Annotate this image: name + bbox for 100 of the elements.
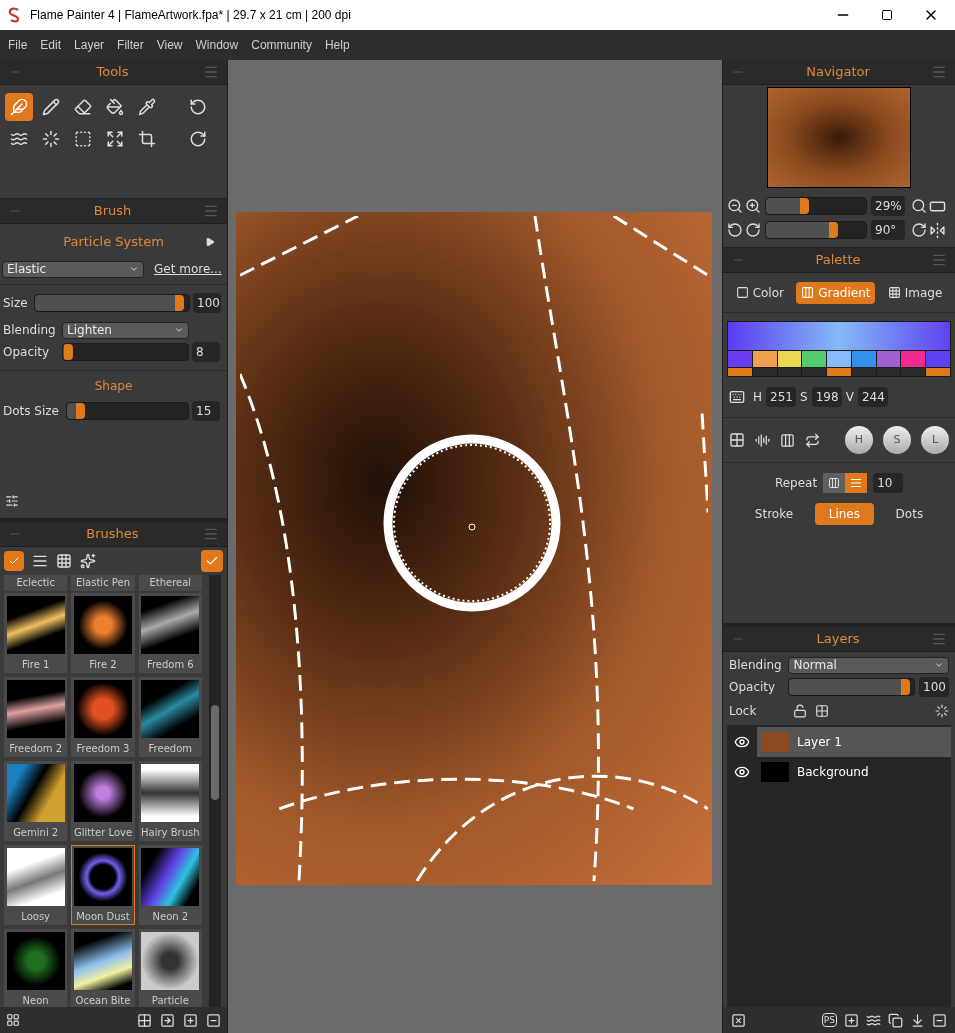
style-tab[interactable]: Dots bbox=[881, 503, 938, 525]
menu-item[interactable]: Layer bbox=[68, 36, 111, 54]
filter-button[interactable] bbox=[4, 551, 24, 571]
color-swatch[interactable] bbox=[728, 351, 752, 367]
zoom-in-icon[interactable] bbox=[745, 198, 761, 214]
play-icon[interactable] bbox=[205, 237, 215, 247]
scrollbar[interactable] bbox=[209, 575, 221, 1007]
rotate-left-icon[interactable] bbox=[727, 222, 743, 238]
slider-fill[interactable] bbox=[63, 344, 73, 360]
eye-icon[interactable] bbox=[734, 734, 750, 750]
brush-tile[interactable]: Loosy bbox=[4, 845, 68, 925]
knob[interactable]: H bbox=[845, 426, 873, 454]
brush-tile[interactable]: Freedom 2 bbox=[4, 677, 68, 757]
repeat-icon[interactable] bbox=[805, 432, 820, 448]
add-icon[interactable] bbox=[844, 1012, 859, 1028]
stop-marker[interactable] bbox=[802, 368, 827, 376]
value-field[interactable]: 90° bbox=[871, 220, 905, 240]
menu-item[interactable]: Window bbox=[189, 36, 245, 54]
menu-item[interactable]: View bbox=[150, 36, 189, 54]
brush-tile[interactable]: Gemini 2 bbox=[4, 761, 68, 841]
value-field[interactable]: 198 bbox=[811, 387, 842, 407]
maximize-icon[interactable] bbox=[881, 9, 893, 21]
brush-tile[interactable]: Freedom 3 bbox=[71, 677, 135, 757]
lock-icon[interactable] bbox=[793, 704, 807, 718]
dropdown[interactable]: Lighten bbox=[62, 321, 189, 339]
brush-tile[interactable]: Fredom 6 bbox=[138, 593, 202, 673]
stop-marker[interactable] bbox=[777, 368, 802, 376]
sliders-icon[interactable] bbox=[5, 494, 19, 508]
color-swatch[interactable] bbox=[926, 351, 951, 367]
reset-rotation-icon[interactable] bbox=[911, 222, 927, 238]
brush-label[interactable]: Ethereal bbox=[138, 575, 202, 591]
favorite-button[interactable] bbox=[201, 550, 223, 572]
rotation-slider[interactable] bbox=[765, 221, 867, 239]
opacity-slider[interactable] bbox=[62, 343, 189, 361]
palette-tab[interactable]: Color bbox=[730, 281, 789, 304]
brush-tile[interactable]: Freedom bbox=[138, 677, 202, 757]
sparkles-icon[interactable] bbox=[80, 553, 96, 569]
export-button[interactable]: PS bbox=[821, 1013, 837, 1027]
gradient-editor[interactable] bbox=[727, 321, 951, 377]
brush-tile[interactable]: Fire 2 bbox=[71, 593, 135, 673]
brush-label[interactable]: Eclectic bbox=[4, 575, 68, 591]
zoom-out-icon[interactable] bbox=[727, 198, 743, 214]
brush-label[interactable]: Elastic Pen bbox=[71, 575, 135, 591]
dropdown[interactable]: Elastic bbox=[2, 260, 144, 278]
slider-fill[interactable] bbox=[766, 222, 838, 238]
split-square-icon[interactable] bbox=[780, 432, 795, 448]
grid-import-icon[interactable] bbox=[137, 1012, 152, 1028]
menu-item[interactable]: Edit bbox=[34, 36, 68, 54]
grid-icon[interactable] bbox=[6, 1013, 20, 1027]
value-field[interactable]: 100 bbox=[193, 293, 221, 313]
color-swatch[interactable] bbox=[752, 351, 777, 367]
lines-icon[interactable] bbox=[32, 553, 48, 569]
repeat-mode-button[interactable] bbox=[845, 473, 868, 493]
remove-icon[interactable] bbox=[206, 1012, 221, 1028]
brush-tile[interactable]: Neon bbox=[4, 929, 68, 1007]
brush-tile[interactable]: Glitter Love bbox=[71, 761, 135, 841]
palette-tab[interactable]: Image bbox=[882, 281, 948, 304]
color-swatch[interactable] bbox=[802, 351, 827, 367]
stop-marker[interactable] bbox=[876, 368, 901, 376]
eye-icon[interactable] bbox=[734, 764, 750, 780]
dots-ring-icon[interactable] bbox=[935, 704, 949, 718]
menu-item[interactable]: Community bbox=[245, 36, 318, 54]
color-swatch[interactable] bbox=[777, 351, 802, 367]
color-swatch[interactable] bbox=[827, 351, 851, 367]
value-field[interactable]: 244 bbox=[857, 387, 888, 407]
brush-tile[interactable]: Particle bbox=[138, 929, 202, 1007]
value-field[interactable]: 8 bbox=[192, 342, 220, 362]
keyboard-icon[interactable] bbox=[729, 389, 745, 405]
value-field[interactable]: 29% bbox=[871, 196, 905, 216]
menu-item[interactable]: File bbox=[2, 36, 34, 54]
knob[interactable]: S bbox=[883, 426, 911, 454]
brush-tile[interactable]: Fire 1 bbox=[4, 593, 68, 673]
knob[interactable]: L bbox=[921, 426, 949, 454]
grid-icon[interactable] bbox=[729, 432, 745, 448]
get-more-link[interactable]: Get more... bbox=[154, 260, 222, 278]
rotate-right-icon[interactable] bbox=[745, 222, 761, 238]
style-tab[interactable]: Stroke bbox=[740, 503, 808, 525]
checker-icon[interactable] bbox=[815, 704, 829, 718]
stop-marker[interactable] bbox=[851, 368, 876, 376]
stop-marker[interactable] bbox=[728, 368, 752, 376]
value-field[interactable]: 15 bbox=[192, 401, 220, 421]
layer-row[interactable]: Background bbox=[727, 757, 951, 787]
menu-item[interactable]: Filter bbox=[111, 36, 150, 54]
value-field[interactable]: 100 bbox=[919, 677, 949, 697]
value-field[interactable]: 251 bbox=[766, 387, 797, 407]
export-icon[interactable] bbox=[160, 1012, 175, 1028]
slider-fill[interactable] bbox=[766, 198, 809, 214]
stop-marker[interactable] bbox=[827, 368, 851, 376]
add-icon[interactable] bbox=[183, 1012, 198, 1028]
value-field[interactable]: 10 bbox=[873, 473, 904, 493]
brush-tile[interactable]: Neon 2 bbox=[138, 845, 202, 925]
remove-icon[interactable] bbox=[932, 1012, 947, 1028]
clear-icon[interactable] bbox=[731, 1012, 746, 1028]
color-swatch[interactable] bbox=[851, 351, 876, 367]
brush-tile[interactable]: Ocean Bite bbox=[71, 929, 135, 1007]
search-icon[interactable] bbox=[911, 198, 927, 214]
stop-marker[interactable] bbox=[926, 368, 951, 376]
redo-icon[interactable] bbox=[189, 130, 207, 148]
audio-lines-icon[interactable] bbox=[755, 432, 770, 448]
brush-tile[interactable]: Hairy Brush bbox=[138, 761, 202, 841]
